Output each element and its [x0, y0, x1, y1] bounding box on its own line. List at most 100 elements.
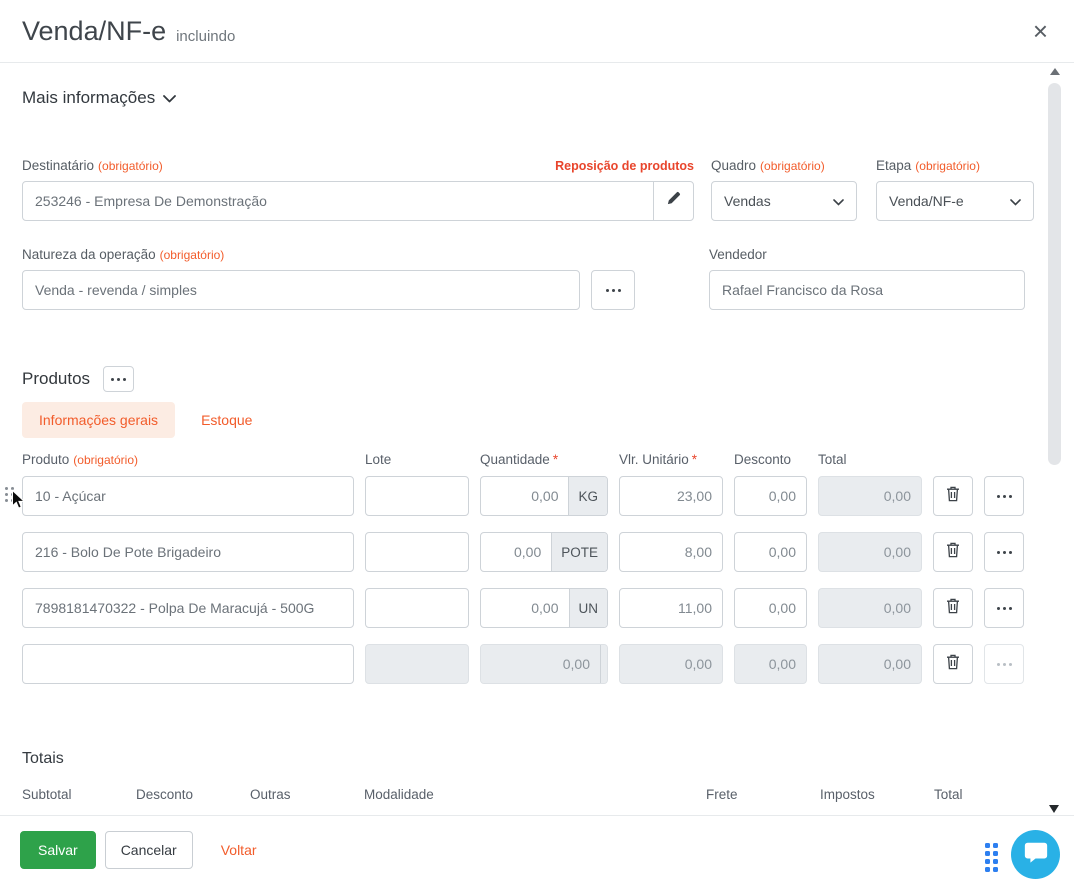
quadro-select[interactable]: Vendas: [711, 181, 857, 221]
chevron-down-icon: [833, 193, 844, 209]
col-lote: Lote: [365, 452, 469, 467]
chevron-down-icon: [1010, 193, 1021, 209]
col-vlr-unitario: Vlr. Unitário*: [619, 452, 723, 467]
col-desconto: Desconto: [734, 452, 807, 467]
quantidade-input[interactable]: [481, 589, 569, 627]
total-input: [818, 532, 922, 572]
reposicao-produtos-link[interactable]: Reposição de produtos: [555, 159, 694, 173]
row-more-button[interactable]: [984, 476, 1024, 516]
delete-row-button[interactable]: [933, 476, 973, 516]
required-tag: (obrigatório): [98, 159, 163, 173]
unidade-badge: POTE: [551, 533, 607, 571]
natureza-input[interactable]: [22, 270, 580, 310]
row-more-button[interactable]: [984, 532, 1024, 572]
tab-informacoes-gerais[interactable]: Informações gerais: [22, 402, 175, 438]
quadro-label: Quadro(obrigatório): [711, 158, 857, 173]
chat-launcher-button[interactable]: [1011, 830, 1060, 879]
tab-estoque[interactable]: Estoque: [201, 412, 252, 428]
ellipsis-icon: [997, 607, 1012, 610]
quantidade-field: KG: [480, 476, 608, 516]
destinatario-input[interactable]: [22, 181, 654, 221]
pencil-icon: [666, 191, 681, 211]
form-row-1: Destinatário(obrigatório) Reposição de p…: [22, 158, 1052, 221]
ellipsis-icon: [606, 289, 621, 292]
chat-bubble-icon: [1023, 839, 1049, 870]
back-link[interactable]: Voltar: [221, 842, 257, 858]
widget-drag-handle-icon[interactable]: [985, 843, 998, 872]
more-info-label: Mais informações: [22, 88, 155, 108]
delete-row-button[interactable]: [933, 644, 973, 684]
save-button[interactable]: Salvar: [20, 831, 96, 869]
totais-col-subtotal: Subtotal: [22, 787, 136, 802]
required-asterisk: *: [553, 452, 558, 467]
scroll-down-arrow-icon[interactable]: [1049, 805, 1059, 813]
table-row: KG: [22, 476, 1052, 516]
produtos-table-header: Produto(obrigatório) Lote Quantidade* Vl…: [22, 452, 1052, 467]
col-total: Total: [818, 452, 922, 467]
vendedor-input[interactable]: [709, 270, 1025, 310]
delete-row-button[interactable]: [933, 532, 973, 572]
lote-input: [365, 644, 469, 684]
quadro-value: Vendas: [724, 193, 771, 209]
modal-header: Venda/NF-e incluindo ×: [0, 0, 1074, 63]
table-row: UN: [22, 588, 1052, 628]
quantidade-input[interactable]: [481, 477, 568, 515]
produtos-title: Produtos: [22, 369, 90, 389]
quantidade-field: UN: [480, 588, 608, 628]
lote-input[interactable]: [365, 476, 469, 516]
etapa-value: Venda/NF-e: [889, 193, 964, 209]
modal-footer: Salvar Cancelar Voltar: [0, 815, 1074, 883]
ellipsis-icon: [997, 663, 1012, 666]
produtos-more-button[interactable]: [103, 366, 134, 392]
vlr-unitario-input[interactable]: [619, 532, 723, 572]
lote-input[interactable]: [365, 532, 469, 572]
page-title: Venda/NF-e: [22, 16, 166, 47]
unidade-badge: KG: [568, 477, 607, 515]
desconto-input: [734, 644, 807, 684]
etapa-label: Etapa(obrigatório): [876, 158, 1034, 173]
scrollbar-thumb[interactable]: [1048, 83, 1061, 465]
form-row-2: Natureza da operação(obrigatório) Vended…: [22, 247, 1052, 310]
quantidade-input: [481, 645, 600, 683]
quantidade-input[interactable]: [481, 533, 551, 571]
scroll-up-arrow-icon[interactable]: [1050, 68, 1060, 75]
edit-destinatario-button[interactable]: [653, 181, 694, 221]
etapa-select[interactable]: Venda/NF-e: [876, 181, 1034, 221]
required-tag: (obrigatório): [160, 248, 225, 262]
totais-header: Subtotal Desconto Outras Modalidade Fret…: [22, 787, 1052, 802]
trash-icon: [946, 542, 960, 563]
total-input: [818, 588, 922, 628]
vlr-unitario-input[interactable]: [619, 476, 723, 516]
total-input: [818, 476, 922, 516]
natureza-more-button[interactable]: [591, 270, 635, 310]
table-row: POTE: [22, 532, 1052, 572]
destinatario-label: Destinatário(obrigatório): [22, 158, 163, 173]
totais-col-outras: Outras: [250, 787, 364, 802]
produto-input[interactable]: [22, 532, 354, 572]
vlr-unitario-input[interactable]: [619, 588, 723, 628]
produto-input[interactable]: [22, 644, 354, 684]
row-more-button[interactable]: [984, 588, 1024, 628]
more-info-toggle[interactable]: Mais informações: [22, 88, 176, 108]
close-icon[interactable]: ×: [1029, 18, 1052, 44]
totais-col-frete: Frete: [706, 787, 820, 802]
natureza-label: Natureza da operação(obrigatório): [22, 247, 655, 262]
table-row: [22, 644, 1052, 684]
required-tag: (obrigatório): [73, 453, 138, 467]
produto-input[interactable]: [22, 588, 354, 628]
trash-icon: [946, 486, 960, 507]
lote-input[interactable]: [365, 588, 469, 628]
unidade-badge: UN: [569, 589, 608, 627]
ellipsis-icon: [997, 551, 1012, 554]
quantidade-field: POTE: [480, 532, 608, 572]
cancel-button[interactable]: Cancelar: [105, 831, 193, 869]
delete-row-button[interactable]: [933, 588, 973, 628]
desconto-input[interactable]: [734, 588, 807, 628]
produto-input[interactable]: [22, 476, 354, 516]
required-tag: (obrigatório): [915, 159, 980, 173]
chevron-down-icon: [163, 88, 176, 108]
produtos-tabs: Informações gerais Estoque: [22, 402, 1052, 438]
desconto-input[interactable]: [734, 532, 807, 572]
desconto-input[interactable]: [734, 476, 807, 516]
vendedor-label: Vendedor: [709, 247, 1025, 262]
